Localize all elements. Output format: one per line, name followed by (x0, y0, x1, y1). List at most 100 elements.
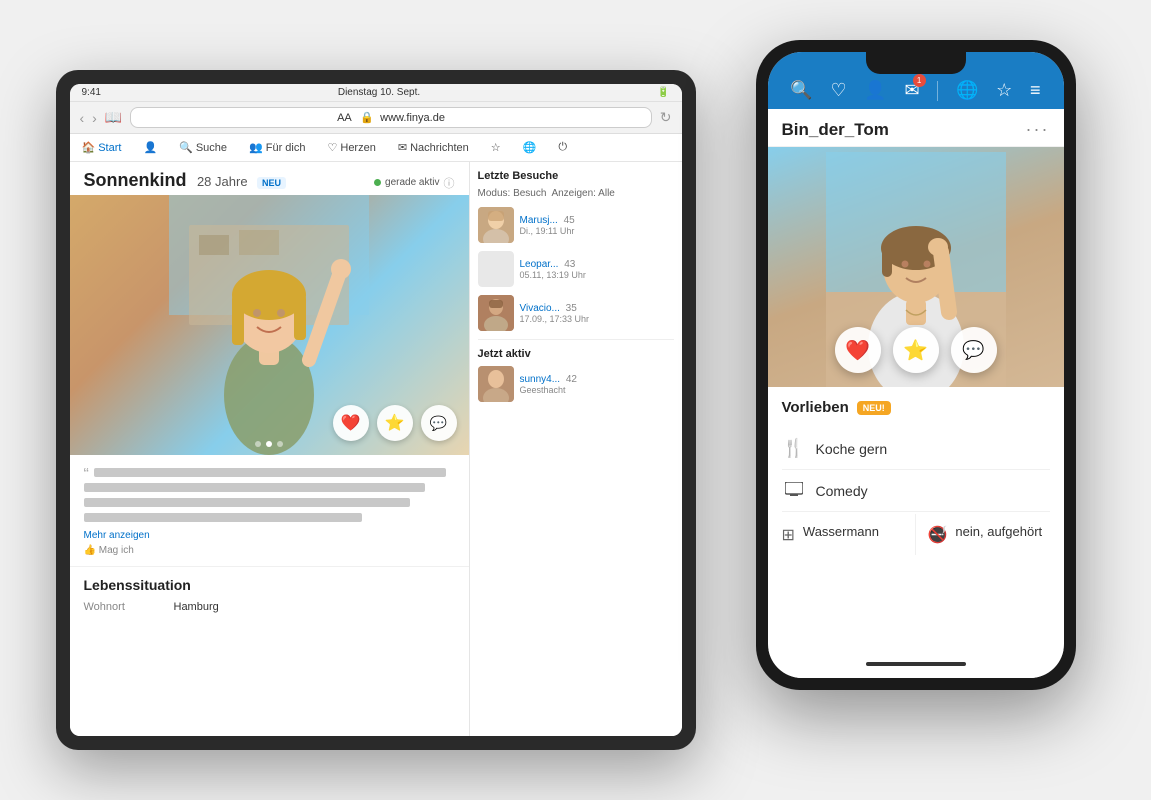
visitor-info-1: Marusj... 45 Di., 19:11 Uhr (520, 215, 674, 236)
forward-button[interactable]: › (92, 110, 97, 126)
tablet-browserbar: ‹ › 📖 AA 🔒 www.finya.de ↻ (70, 102, 682, 134)
visitor-avatar-1 (478, 207, 514, 243)
star-button[interactable]: ⭐ (377, 405, 413, 441)
visitor-info-3: Vivacio... 35 17.09., 17:33 Uhr (520, 303, 674, 324)
wohnort-label: Wohnort (84, 601, 154, 613)
no-smoking-icon: 🚭 (928, 525, 948, 545)
photo-dot-2 (266, 441, 272, 447)
active-user-location-1: Geesthacht (520, 385, 674, 395)
pref-grid: ⊞ Wassermann 🚭 nein, aufgehört (782, 514, 1050, 555)
nav-bookmark[interactable]: ☆ (487, 138, 505, 157)
phone-heart-button[interactable]: ❤️ (835, 327, 881, 373)
quote-line-3 (84, 498, 410, 507)
nav-herzen[interactable]: ♡ Herzen (324, 138, 380, 157)
wohnort-row: Wohnort Hamburg (84, 601, 455, 613)
address-bar[interactable]: AA 🔒 www.finya.de (130, 107, 651, 128)
pref-koche-label: Koche gern (816, 441, 888, 457)
nav-furdich[interactable]: 👥 Für dich (245, 138, 309, 157)
visitor-photo-svg (478, 207, 514, 243)
profile-quote (84, 465, 455, 525)
phone-photo-actions: ❤️ ⭐ 💬 (835, 327, 997, 373)
tablet-time: 9:41 (82, 87, 101, 98)
phone-profile-header: Bin_der_Tom ··· (768, 109, 1064, 147)
photo-dots (255, 441, 283, 447)
active-user-photo-svg (478, 366, 514, 402)
lebenssituation-heading: Lebenssituation (84, 577, 455, 593)
phone-chat-button[interactable]: 💬 (951, 327, 997, 373)
tablet-sitenav: 🏠 Start 👤 🔍 Suche 👥 Für dich ♡ Herzen ✉ … (70, 134, 682, 162)
phone-star-icon[interactable]: ☆ (996, 80, 1012, 101)
sidebar-divider (478, 339, 674, 340)
visitor-name-1: Marusj... 45 (520, 215, 674, 226)
visitor-info-2: Leopar... 43 05.11, 13:19 Uhr (520, 259, 674, 280)
visitor-item-1[interactable]: Marusj... 45 Di., 19:11 Uhr (478, 207, 674, 243)
phone-globe-icon[interactable]: 🌐 (956, 80, 978, 101)
status-dot (374, 179, 381, 186)
wohnort-value: Hamburg (174, 601, 219, 613)
nav-nachrichten[interactable]: ✉ Nachrichten (394, 138, 473, 157)
phone-profile-icon[interactable]: 👤 (864, 80, 886, 101)
tablet-device: 9:41 Dienstag 10. Sept. 🔋 ‹ › 📖 AA 🔒 www… (56, 70, 696, 750)
phone-star-button[interactable]: ⭐ (893, 327, 939, 373)
url-text: www.finya.de (380, 112, 445, 124)
quote-line-4 (84, 513, 362, 522)
profile-status: gerade aktiv ⓘ (374, 175, 454, 191)
heart-button[interactable]: ❤️ (333, 405, 369, 441)
visitor-avatar-2 (478, 251, 514, 287)
status-info-icon: ⓘ (444, 175, 455, 191)
active-user-name-1: sunny4... 42 (520, 374, 674, 385)
photo-dot-3 (277, 441, 283, 447)
phone-search-icon[interactable]: 🔍 (790, 80, 812, 101)
phone-device: 🔍 ♡ 👤 ✉ 1 🌐 ☆ ≡ Bin_der_Tom ··· (756, 40, 1076, 690)
nav-globe[interactable]: 🌐 (519, 138, 541, 157)
phone-more-button[interactable]: ··· (1026, 119, 1050, 140)
reader-button[interactable]: 📖 (105, 109, 122, 126)
profile-new-badge: NEU (257, 177, 286, 189)
active-user-avatar-1 (478, 366, 514, 402)
quote-line-2 (84, 483, 425, 492)
mag-ich-label: 👍 Mag ich (84, 545, 455, 556)
profile-identity: Sonnenkind 28 Jahre NEU (84, 170, 287, 191)
chat-button[interactable]: 💬 (421, 405, 457, 441)
photo-dot-1 (255, 441, 261, 447)
visitor-time-3: 17.09., 17:33 Uhr (520, 314, 674, 324)
fork-icon: 🍴 (782, 438, 806, 459)
pref-wassermann-label: Wassermann (803, 524, 879, 539)
visitor-item-2[interactable]: Leopar... 43 05.11, 13:19 Uhr (478, 251, 674, 287)
visitor-time-1: Di., 19:11 Uhr (520, 226, 674, 236)
visitor-item-3[interactable]: Vivacio... 35 17.09., 17:33 Uhr (478, 295, 674, 331)
tablet-statusbar: 9:41 Dienstag 10. Sept. 🔋 (70, 84, 682, 102)
profile-info-section: Lebenssituation Wohnort Hamburg (70, 567, 469, 623)
mehr-anzeigen-link[interactable]: Mehr anzeigen (84, 530, 455, 541)
nav-power[interactable]: ⏻ (554, 138, 571, 157)
phone-notch (866, 52, 966, 74)
nav-profile[interactable]: 👤 (139, 138, 161, 157)
phone-username: Bin_der_Tom (782, 120, 889, 140)
reload-button[interactable]: ↻ (660, 109, 672, 126)
grid-icon: ⊞ (782, 525, 795, 545)
profile-name: Sonnenkind (84, 170, 187, 190)
phone-menu-icon[interactable]: ≡ (1030, 80, 1041, 101)
tablet-profile-panel: Sonnenkind 28 Jahre NEU gerade aktiv ⓘ (70, 162, 470, 736)
tv-icon (782, 480, 806, 501)
phone-heart-icon[interactable]: ♡ (831, 80, 847, 101)
letzte-besuche-title: Letzte Besuche (478, 170, 674, 182)
pref-item-comedy: Comedy (782, 470, 1050, 512)
phone-profile-photo: ❤️ ⭐ 💬 (768, 147, 1064, 387)
visitor-name-2: Leopar... 43 (520, 259, 674, 270)
tablet-date: Dienstag 10. Sept. (338, 87, 420, 98)
nav-search[interactable]: 🔍 Suche (175, 138, 231, 157)
tablet-main-content: Sonnenkind 28 Jahre NEU gerade aktiv ⓘ (70, 162, 682, 736)
phone-nav-divider (937, 81, 938, 101)
tablet-battery: 🔋 (657, 87, 669, 98)
pref-grid-wassermann: ⊞ Wassermann (782, 514, 916, 555)
phone-bottom-bar (768, 650, 1064, 678)
pref-grid-smoking: 🚭 nein, aufgehört (916, 514, 1050, 555)
nav-start[interactable]: 🏠 Start (78, 138, 126, 157)
pref-item-koche: 🍴 Koche gern (782, 428, 1050, 470)
jetzt-aktiv-title: Jetzt aktiv (478, 348, 674, 360)
back-button[interactable]: ‹ (80, 110, 85, 126)
active-user-item-1[interactable]: sunny4... 42 Geesthacht (478, 366, 674, 402)
phone-preferences: Vorlieben NEU! 🍴 Koche gern (768, 387, 1064, 650)
phone-message-icon[interactable]: ✉ 1 (905, 80, 920, 101)
